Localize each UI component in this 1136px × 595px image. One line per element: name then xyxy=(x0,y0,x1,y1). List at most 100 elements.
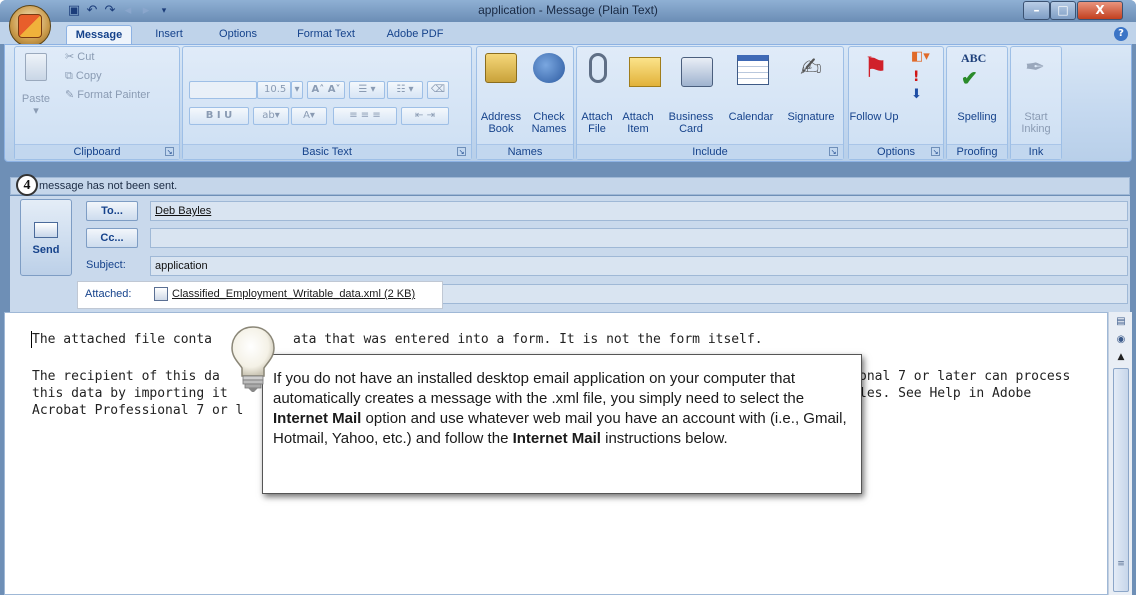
body-line-1a: The attached file conta xyxy=(32,332,213,347)
clear-formatting-icon[interactable]: ⌫ xyxy=(427,81,449,99)
font-size-combo[interactable]: 10.5 xyxy=(257,81,291,99)
paste-dropdown-icon[interactable]: ▾ xyxy=(15,105,57,117)
previous-item-icon[interactable]: ◂ xyxy=(120,3,136,19)
clipboard-group: Paste ▾ ✂ Cut ⧉ Copy ✎ Format Painter Cl… xyxy=(14,46,180,160)
paste-button[interactable]: Paste xyxy=(15,93,57,105)
close-button[interactable]: X xyxy=(1077,1,1123,20)
signature-button[interactable]: Signature xyxy=(779,111,843,123)
lightbulb-icon xyxy=(231,326,275,392)
calendar-button[interactable]: Calendar xyxy=(723,111,779,123)
options-group: ⚑ ◧▾ ! ⬇ Follow Up Options ↘ xyxy=(848,46,944,160)
align-buttons[interactable]: ≡ ≡ ≡ xyxy=(333,107,397,125)
categorize-icon[interactable]: ◧▾ xyxy=(911,49,930,64)
spelling-icon: ABC ✔ xyxy=(961,51,987,90)
scroll-up-icon[interactable]: ▲ xyxy=(1114,352,1128,366)
browse-object-icon[interactable]: ◉ xyxy=(1114,334,1128,348)
check-names-icon xyxy=(533,53,565,83)
include-launcher-icon[interactable]: ↘ xyxy=(829,147,838,156)
names-group-label: Names xyxy=(477,144,573,159)
brush-icon: ✎ xyxy=(65,89,78,101)
cc-field[interactable] xyxy=(150,228,1128,248)
spelling-button[interactable]: Spelling xyxy=(947,111,1007,123)
address-book-button[interactable]: Address Book xyxy=(477,111,525,135)
thumb-grip-icon: ≡ xyxy=(1117,559,1125,569)
body-line-3a: this data by importing it xyxy=(32,386,228,401)
outlook-message-window: application - Message (Plain Text) ▣ ↶ ↷… xyxy=(0,0,1136,595)
vertical-scrollbar[interactable]: ▤ ◉ ▲ ≡ xyxy=(1108,312,1132,595)
tip-callout: If you do not have an installed desktop … xyxy=(262,354,862,494)
attach-item-button[interactable]: Attach Item xyxy=(617,111,659,135)
callout-bold-1: Internet Mail xyxy=(273,410,362,427)
pen-icon: ✒ xyxy=(1025,53,1046,81)
to-recipient: Deb Bayles xyxy=(155,205,212,217)
business-card-button[interactable]: Business Card xyxy=(659,111,723,135)
start-inking-button[interactable]: Start Inking xyxy=(1011,111,1061,135)
highlight-button[interactable]: ab▾ xyxy=(253,107,289,125)
include-group: ✍ Attach File Attach Item Business Card … xyxy=(576,46,844,160)
attachment-link[interactable]: Classified_Employment_Writable_data.xml … xyxy=(172,288,415,300)
proofing-group-label: Proofing xyxy=(947,144,1007,159)
font-color-button[interactable]: A▾ xyxy=(291,107,327,125)
to-field[interactable]: Deb Bayles xyxy=(150,201,1128,221)
options-launcher-icon[interactable]: ↘ xyxy=(931,147,940,156)
office-button[interactable] xyxy=(9,5,51,47)
ruler-icon[interactable]: ▤ xyxy=(1114,316,1128,330)
subject-field[interactable]: application xyxy=(150,256,1128,276)
font-name-combo[interactable] xyxy=(189,81,257,99)
cut-label: Cut xyxy=(77,51,95,63)
calendar-icon xyxy=(737,55,769,85)
bold-italic-underline-buttons[interactable]: B I U xyxy=(189,107,249,125)
maximize-button[interactable]: □ xyxy=(1050,1,1076,20)
office-logo-icon xyxy=(18,14,42,38)
numbering-button[interactable]: ☷ ▾ xyxy=(387,81,423,99)
tab-adobe-pdf[interactable]: Adobe PDF xyxy=(382,25,448,44)
indent-buttons[interactable]: ⇤ ⇥ xyxy=(401,107,449,125)
save-icon[interactable]: ▣ xyxy=(66,3,82,19)
tab-insert[interactable]: Insert xyxy=(146,25,192,44)
scrollbar-thumb[interactable]: ≡ xyxy=(1113,368,1129,592)
format-painter-button[interactable]: ✎ Format Painter xyxy=(65,87,150,103)
step-number-badge: 4 xyxy=(16,174,38,196)
paperclip-icon xyxy=(589,53,607,83)
body-line-2b: onal 7 or later can process xyxy=(859,369,1071,384)
window-title: application - Message (Plain Text) xyxy=(478,3,658,17)
copy-label: Copy xyxy=(75,70,102,82)
font-size-dropdown-icon[interactable]: ▾ xyxy=(291,81,303,99)
follow-up-button[interactable]: Follow Up xyxy=(849,111,899,123)
attached-label: Attached: xyxy=(85,288,132,300)
flag-icon: ⚑ xyxy=(863,51,889,84)
tab-options[interactable]: Options xyxy=(212,25,264,44)
ink-group-label: Ink xyxy=(1011,144,1061,159)
options-group-label: Options xyxy=(849,144,943,159)
redo-icon[interactable]: ↷ xyxy=(102,3,118,19)
to-button[interactable]: To... xyxy=(86,201,138,221)
clipboard-group-label: Clipboard xyxy=(15,144,179,159)
basic-text-launcher-icon[interactable]: ↘ xyxy=(457,147,466,156)
callout-bold-2: Internet Mail xyxy=(512,430,601,447)
tab-format-text[interactable]: Format Text xyxy=(288,25,364,44)
attach-file-button[interactable]: Attach File xyxy=(577,111,617,135)
attachment-highlight: Attached: Classified_Employment_Writable… xyxy=(77,281,443,309)
cut-button[interactable]: ✂ Cut xyxy=(65,49,94,65)
basic-text-group-label: Basic Text xyxy=(183,144,471,159)
check-names-button[interactable]: Check Names xyxy=(525,111,573,135)
envelope-icon xyxy=(629,57,661,87)
send-button[interactable]: Send xyxy=(20,199,72,276)
cc-button[interactable]: Cc... xyxy=(86,228,138,248)
minimize-button[interactable]: – xyxy=(1023,1,1050,20)
help-icon[interactable]: ? xyxy=(1114,27,1128,41)
body-line-2a: The recipient of this da xyxy=(32,369,220,384)
scissors-icon: ✂ xyxy=(65,51,78,63)
bullets-button[interactable]: ☰ ▾ xyxy=(349,81,385,99)
high-importance-icon[interactable]: ! xyxy=(913,69,919,85)
undo-icon[interactable]: ↶ xyxy=(84,3,100,19)
copy-button[interactable]: ⧉ Copy xyxy=(65,68,102,84)
clipboard-launcher-icon[interactable]: ↘ xyxy=(165,147,174,156)
qat-customize-icon[interactable]: ▾ xyxy=(156,3,172,19)
grow-shrink-font-buttons[interactable]: A˄ A˅ xyxy=(307,81,345,99)
low-importance-icon[interactable]: ⬇ xyxy=(911,87,922,102)
next-item-icon[interactable]: ▸ xyxy=(138,3,154,19)
ink-group: ✒ Start Inking Ink xyxy=(1010,46,1062,160)
tab-message[interactable]: Message xyxy=(66,25,132,44)
font-size-value: 10.5 xyxy=(264,84,287,95)
